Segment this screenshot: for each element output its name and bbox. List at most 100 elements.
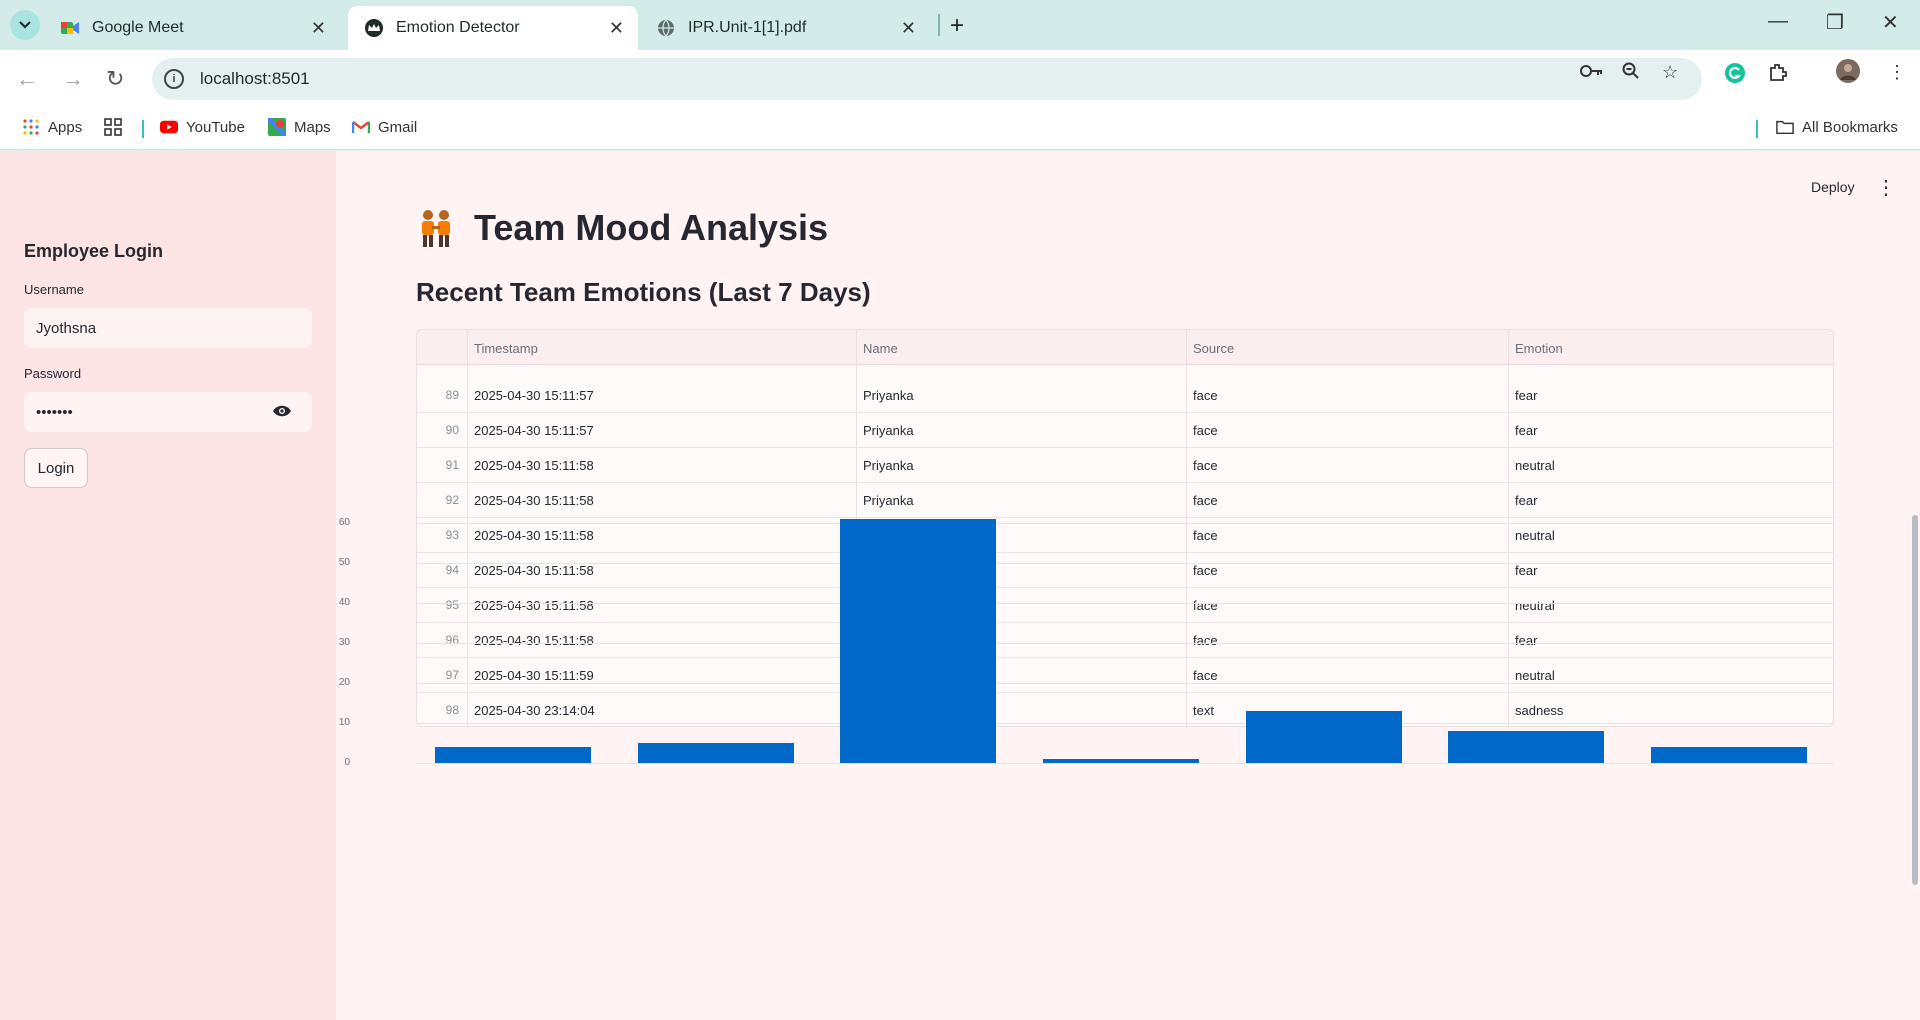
tab-label: Google Meet: [92, 19, 184, 36]
cell-name: Priyanka: [863, 458, 914, 473]
cell-source: face: [1193, 423, 1218, 438]
login-button[interactable]: Login: [24, 448, 88, 488]
eye-icon[interactable]: [272, 404, 292, 418]
table-row[interactable]: 962025-04-30 15:11:58Priyankafacefear: [417, 623, 1833, 658]
table-row[interactable]: 92 2025-04-30 15:11:58 Priyanka face fear: [417, 483, 1833, 518]
y-tick-label: 10: [338, 717, 350, 728]
minimize-icon[interactable]: —: [1768, 10, 1788, 33]
username-field[interactable]: Jyothsna: [24, 308, 312, 348]
username-label: Username: [24, 282, 84, 297]
cell-timestamp: 2025-04-30 15:11:58: [474, 493, 594, 508]
bookmark-grid[interactable]: [104, 118, 130, 136]
bookmark-label: Maps: [294, 118, 331, 136]
url-omnibox[interactable]: i localhost:8501: [152, 58, 1702, 100]
chart-bar[interactable]: [840, 519, 997, 763]
table-row[interactable]: 952025-04-30 15:11:58Priyankafaceneutral: [417, 588, 1833, 623]
extensions-puzzle-icon[interactable]: [1768, 62, 1788, 87]
cell-emotion: neutral: [1515, 458, 1555, 473]
bookmark-maps[interactable]: Maps: [268, 118, 331, 136]
cell-emotion: sadness: [1515, 703, 1564, 718]
cell-source: face: [1193, 388, 1218, 403]
column-header-source[interactable]: Source: [1193, 341, 1234, 356]
column-header-emotion[interactable]: Emotion: [1515, 341, 1563, 356]
column-header-timestamp[interactable]: Timestamp: [474, 341, 538, 356]
zoom-icon[interactable]: [1622, 62, 1640, 85]
bookmark-divider: [142, 120, 144, 138]
tab-search-button[interactable]: [10, 10, 40, 40]
cell-emotion: fear: [1515, 423, 1538, 438]
chart-bar[interactable]: [1043, 759, 1199, 763]
cell-source: face: [1193, 598, 1218, 613]
close-tab-icon[interactable]: ✕: [901, 18, 916, 39]
table-row[interactable]: 982025-04-30 23:14:04Jyothsnatextsadness: [417, 693, 1833, 726]
app-menu-icon[interactable]: ⋮: [1876, 175, 1896, 200]
emotions-table[interactable]: Timestamp Name Source Emotion 89 2025-04-…: [416, 329, 1834, 727]
tab-pdf[interactable]: IPR.Unit-1[1].pdf ✕: [640, 6, 930, 50]
section-heading: Recent Team Emotions (Last 7 Days): [416, 277, 871, 307]
gridline: [416, 723, 1834, 724]
tab-label: IPR.Unit-1[1].pdf: [688, 19, 807, 36]
cell-timestamp: 2025-04-30 15:11:58: [474, 633, 594, 648]
gmail-icon: [352, 118, 370, 136]
restore-icon[interactable]: ❐: [1826, 10, 1844, 35]
table-row[interactable]: 972025-04-30 15:11:59Priyankafaceneutral: [417, 658, 1833, 693]
chrome-menu-icon[interactable]: ⋮: [1888, 62, 1906, 83]
gridline: [416, 523, 1834, 524]
table-row[interactable]: 89 2025-04-30 15:11:57 Priyanka face fear: [417, 378, 1833, 413]
cell-idx: 97: [445, 668, 459, 682]
new-tab-icon[interactable]: +: [950, 12, 964, 40]
bookmark-youtube[interactable]: YouTube: [160, 118, 245, 136]
password-field[interactable]: •••••••: [24, 392, 312, 432]
y-tick-label: 50: [338, 557, 350, 568]
chart-bar[interactable]: [1448, 731, 1605, 763]
back-icon[interactable]: ←: [16, 66, 38, 92]
folder-icon: [1776, 118, 1794, 136]
page-scrollbar[interactable]: [1912, 515, 1918, 885]
close-tab-icon[interactable]: ✕: [609, 18, 624, 39]
chart-bar[interactable]: [1650, 747, 1807, 763]
cell-source: face: [1193, 668, 1218, 683]
cell-emotion: fear: [1515, 563, 1538, 578]
site-info-icon[interactable]: i: [164, 69, 184, 89]
tab-emotion-detector[interactable]: Emotion Detector ✕: [348, 6, 638, 50]
table-row[interactable]: 942025-04-30 15:11:58Priyankafacefear: [417, 553, 1833, 588]
table-row[interactable]: 91 2025-04-30 15:11:58 Priyanka face neutral: [417, 448, 1833, 483]
bookmark-label: Apps: [48, 118, 83, 136]
forward-icon[interactable]: →: [62, 66, 84, 92]
grammarly-icon[interactable]: [1724, 62, 1746, 89]
close-window-icon[interactable]: ✕: [1882, 10, 1899, 35]
bookmark-star-icon[interactable]: ☆: [1662, 62, 1678, 83]
sidebar-title: Employee Login: [24, 241, 164, 261]
tab-label: Emotion Detector: [396, 19, 520, 36]
all-bookmarks-label: All Bookmarks: [1802, 118, 1898, 136]
gridline: [416, 763, 1834, 764]
google-meet-icon: [60, 18, 80, 38]
bookmark-gmail[interactable]: Gmail: [352, 118, 417, 136]
profile-avatar[interactable]: [1836, 59, 1860, 88]
chart-bar[interactable]: [435, 747, 592, 763]
tab-google-meet[interactable]: Google Meet ✕: [44, 6, 340, 50]
y-tick-label: 20: [338, 677, 350, 688]
chart-bar[interactable]: [1245, 711, 1402, 763]
password-label: Password: [24, 366, 82, 381]
bookmark-apps[interactable]: Apps: [22, 118, 82, 136]
youtube-icon: [160, 118, 178, 136]
table-row[interactable]: 90 2025-04-30 15:11:57 Priyanka face fear: [417, 413, 1833, 448]
apps-grid-icon: [22, 118, 40, 136]
chart-bar[interactable]: [637, 743, 794, 763]
deploy-button[interactable]: Deploy: [1811, 179, 1855, 195]
url-text[interactable]: localhost:8501: [200, 69, 310, 89]
close-tab-icon[interactable]: ✕: [311, 18, 326, 39]
cell-idx: 93: [445, 528, 459, 542]
reload-icon[interactable]: ↻: [106, 66, 124, 92]
all-bookmarks[interactable]: All Bookmarks: [1776, 118, 1898, 136]
gridline: [416, 683, 1834, 684]
gridline: [416, 563, 1834, 564]
cell-emotion: neutral: [1515, 528, 1555, 543]
cell-emotion: fear: [1515, 633, 1538, 648]
bookmark-label: YouTube: [186, 118, 245, 136]
bookmarks-bar: Apps YouTube Maps Gmail All Bookmarks: [0, 108, 1920, 150]
column-header-name[interactable]: Name: [863, 341, 898, 356]
cell-emotion: fear: [1515, 493, 1538, 508]
password-key-icon[interactable]: [1580, 62, 1604, 83]
